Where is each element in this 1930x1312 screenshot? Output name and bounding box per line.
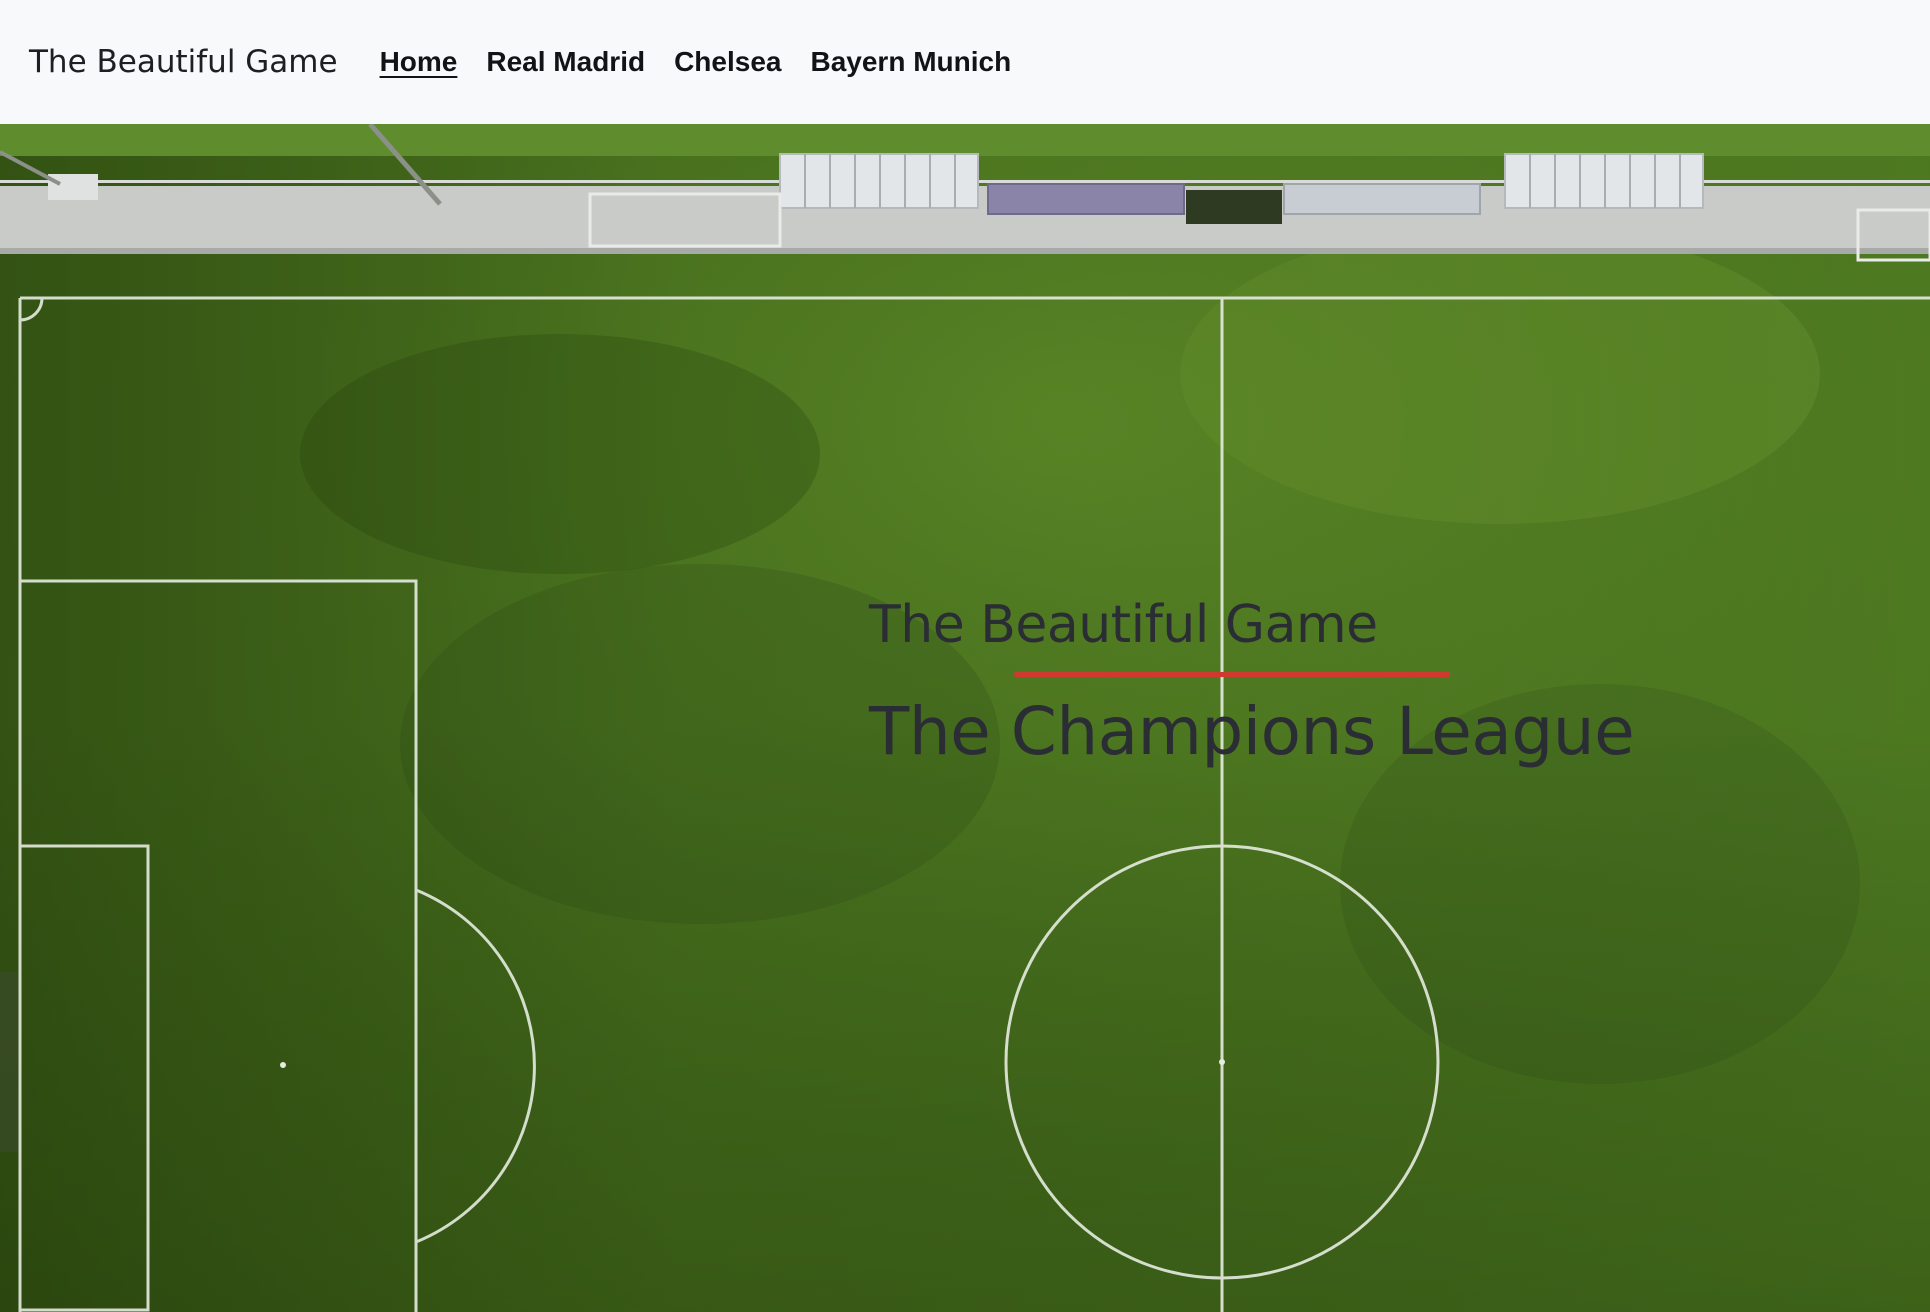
brand-logo[interactable]: The Beautiful Game: [29, 44, 338, 80]
nav-link-home[interactable]: Home: [380, 46, 458, 78]
nav-link-bayern-munich[interactable]: Bayern Munich: [810, 46, 1011, 78]
nav-link-chelsea[interactable]: Chelsea: [674, 46, 781, 78]
hero-subtitle: The Beautiful Game: [869, 595, 1378, 655]
nav-link-real-madrid[interactable]: Real Madrid: [486, 46, 645, 78]
navbar: The Beautiful Game Home Real Madrid Chel…: [0, 0, 1930, 124]
hero-text: The Beautiful Game The Champions League: [869, 594, 1635, 772]
nav-links: Home Real Madrid Chelsea Bayern Munich: [380, 46, 1041, 78]
hero-title: The Champions League: [869, 693, 1635, 770]
hero-section: The Beautiful Game The Champions League: [0, 124, 1930, 1312]
hero-divider: [1014, 672, 1450, 677]
